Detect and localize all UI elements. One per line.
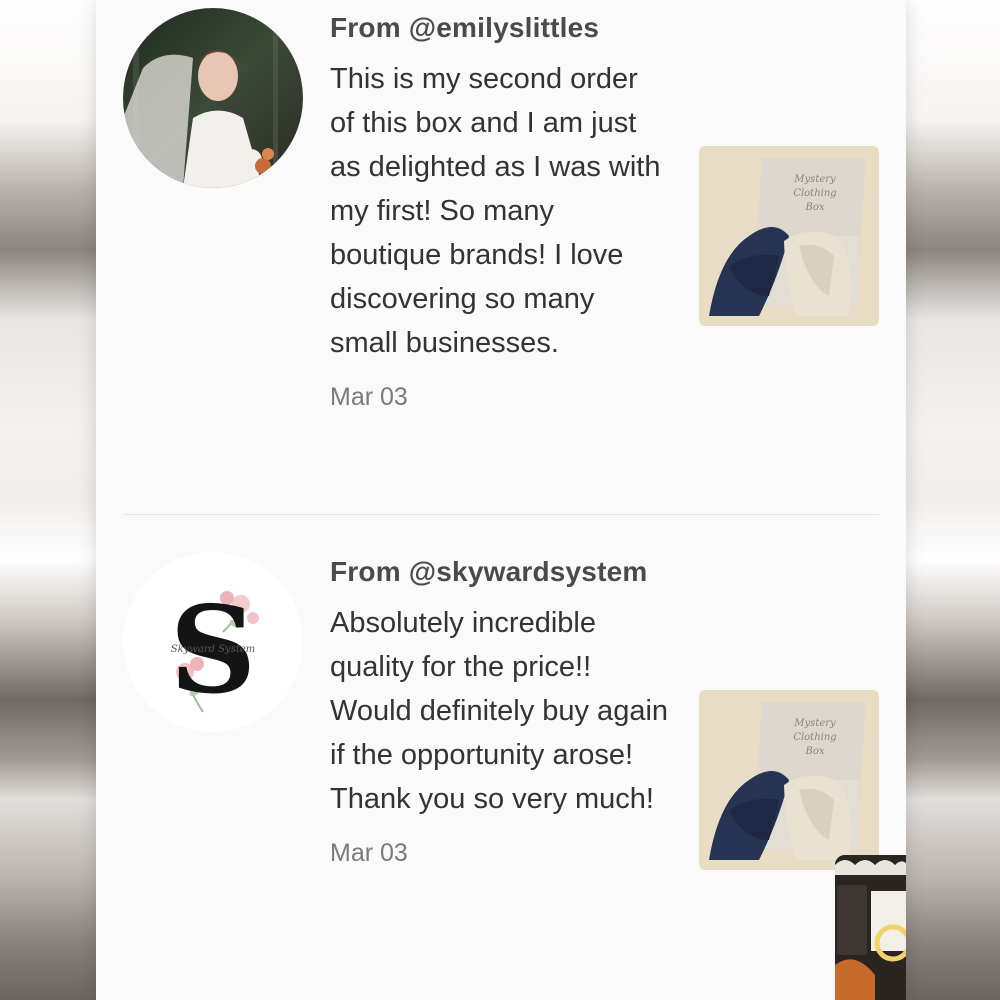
- review-date: Mar 03: [330, 839, 408, 867]
- review-body: This is my second order of this box and …: [330, 63, 661, 359]
- svg-text:Clothing: Clothing: [793, 188, 836, 199]
- box-label-text: Mystery: [793, 174, 836, 185]
- svg-text:Box: Box: [804, 202, 824, 213]
- monogram-caption: Skyward System: [171, 644, 256, 655]
- review-text-column: From @skywardsystem Absolutely incredibl…: [330, 550, 670, 868]
- reviewer-avatar[interactable]: [123, 8, 303, 188]
- review-date: Mar 03: [330, 383, 408, 411]
- review-photo-thumbnail[interactable]: Mystery Clothing Box: [699, 690, 879, 870]
- video-preview-icon: [835, 855, 906, 1000]
- review-divider: [123, 514, 879, 515]
- review-photo-thumbnail[interactable]: Mystery Clothing Box: [699, 146, 879, 326]
- review-text-column: From @emilyslittles This is my second or…: [330, 6, 670, 412]
- mystery-box-photo-icon: Mystery Clothing Box: [699, 690, 879, 870]
- svg-text:Mystery: Mystery: [793, 718, 836, 729]
- reviewer-avatar[interactable]: S Skyward System: [123, 552, 303, 732]
- review-author[interactable]: From @skywardsystem: [330, 550, 670, 593]
- bride-photo-icon: [123, 8, 303, 188]
- mystery-box-photo-icon: Mystery Clothing Box: [699, 146, 879, 326]
- reviews-panel[interactable]: From @emilyslittles This is my second or…: [96, 0, 906, 1000]
- review-body: Absolutely incredible quality for the pr…: [330, 607, 669, 815]
- overlay-video-thumbnail[interactable]: [835, 855, 906, 1000]
- floral-s-monogram-icon: S Skyward System: [123, 552, 303, 732]
- review-author[interactable]: From @emilyslittles: [330, 6, 670, 49]
- svg-text:Clothing: Clothing: [793, 732, 836, 743]
- svg-text:Box: Box: [804, 746, 824, 757]
